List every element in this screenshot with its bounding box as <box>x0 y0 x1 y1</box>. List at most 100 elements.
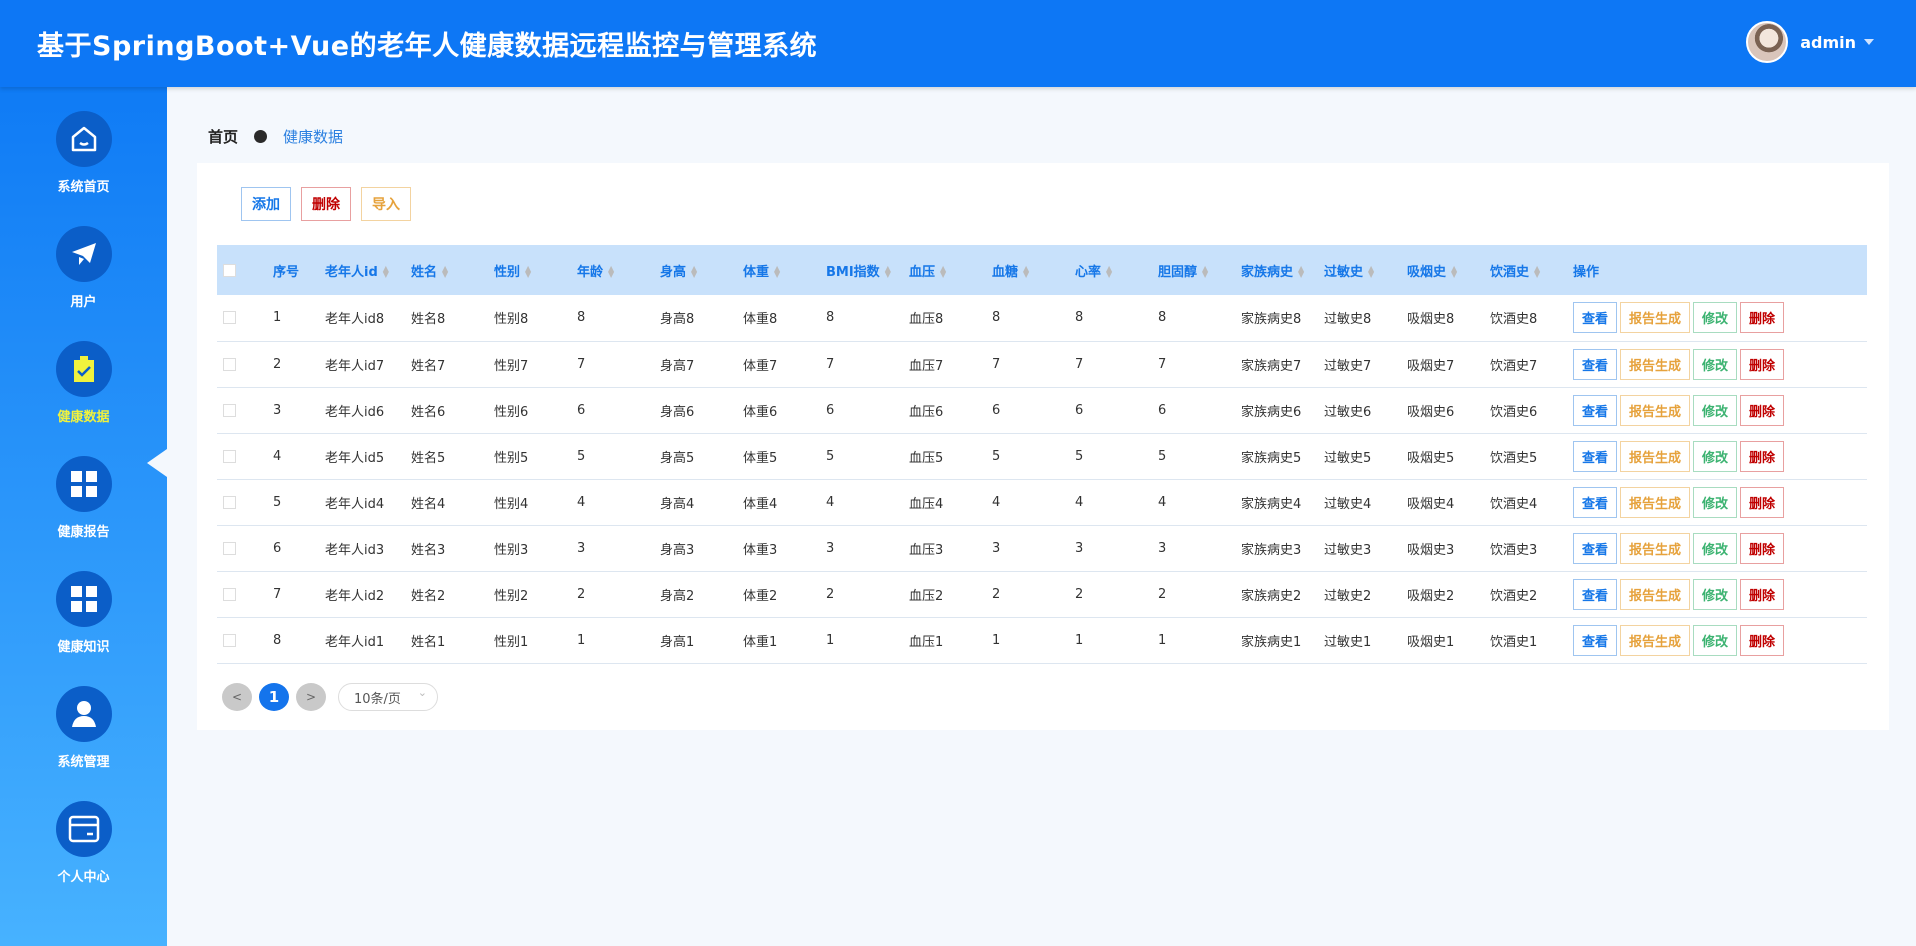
generate-report-button[interactable]: 报告生成 <box>1620 624 1691 656</box>
column-header[interactable]: 性别 ▲ ▼ <box>484 245 567 295</box>
delete-button[interactable]: 删除 <box>1740 532 1785 564</box>
row-checkbox[interactable] <box>223 633 236 647</box>
column-header[interactable]: 吸烟史 ▲ ▼ <box>1397 245 1480 295</box>
table-cell: 4 <box>567 479 650 526</box>
row-checkbox[interactable] <box>223 357 236 371</box>
column-header[interactable]: 年龄 ▲ ▼ <box>567 245 650 295</box>
sidebar-item-personal-center[interactable]: 个人中心 <box>0 801 167 885</box>
sidebar-item-home[interactable]: 系统首页 <box>0 111 167 195</box>
sort-icon[interactable]: ▲ ▼ <box>1298 265 1304 279</box>
sort-icon[interactable]: ▲ ▼ <box>608 265 614 279</box>
sort-icon[interactable]: ▲ ▼ <box>1368 265 1374 279</box>
edit-button[interactable]: 修改 <box>1693 624 1738 656</box>
sort-icon[interactable]: ▲ ▼ <box>691 265 697 279</box>
view-button[interactable]: 查看 <box>1573 486 1618 518</box>
generate-report-button[interactable]: 报告生成 <box>1620 532 1691 564</box>
view-button[interactable]: 查看 <box>1573 302 1618 334</box>
table-cell: 7 <box>1065 341 1148 388</box>
column-header[interactable]: 体重 ▲ ▼ <box>733 245 816 295</box>
table-cell: 4 <box>263 433 315 480</box>
row-checkbox[interactable] <box>223 311 236 325</box>
next-page-button[interactable]: > <box>296 683 326 711</box>
view-button[interactable]: 查看 <box>1573 394 1618 426</box>
breadcrumb-home[interactable]: 首页 <box>208 126 238 147</box>
page-size-select[interactable]: 10条/页 <box>338 683 438 711</box>
edit-button[interactable]: 修改 <box>1693 440 1738 472</box>
column-header[interactable]: 胆固醇 ▲ ▼ <box>1148 245 1231 295</box>
user-menu[interactable]: admin <box>1746 21 1874 63</box>
view-button[interactable]: 查看 <box>1573 348 1618 380</box>
content-card: 添加 删除 导入 序号 老年人id ▲ ▼ 姓名 ▲ ▼ 性别 ▲ ▼ 年龄 ▲ ▼ 身高 ▲ ▼ 体重 ▲ ▼ BM… <box>197 163 1889 730</box>
delete-button[interactable]: 删除 <box>1740 578 1785 610</box>
edit-button[interactable]: 修改 <box>1693 578 1738 610</box>
column-header[interactable]: 身高 ▲ ▼ <box>650 245 733 295</box>
view-button[interactable]: 查看 <box>1573 578 1618 610</box>
table-cell: 1 <box>1148 617 1231 664</box>
column-header[interactable]: 姓名 ▲ ▼ <box>401 245 484 295</box>
column-header[interactable]: 心率 ▲ ▼ <box>1065 245 1148 295</box>
actions-cell: 查看 报告生成 修改 删除 <box>1563 479 1867 526</box>
generate-report-button[interactable]: 报告生成 <box>1620 394 1691 426</box>
generate-report-button[interactable]: 报告生成 <box>1620 486 1691 518</box>
delete-button[interactable]: 删除 <box>1740 302 1785 334</box>
sidebar-item-user[interactable]: 用户 <box>0 226 167 310</box>
generate-report-button[interactable]: 报告生成 <box>1620 440 1691 472</box>
delete-button[interactable]: 删除 <box>1740 486 1785 518</box>
prev-page-button[interactable]: < <box>222 683 252 711</box>
delete-button[interactable]: 删除 <box>1740 348 1785 380</box>
view-button[interactable]: 查看 <box>1573 532 1618 564</box>
column-header[interactable]: 老年人id ▲ ▼ <box>315 245 401 295</box>
sidebar-item-system-management[interactable]: 系统管理 <box>0 686 167 770</box>
sort-icon[interactable]: ▲ ▼ <box>442 265 448 279</box>
add-button[interactable]: 添加 <box>241 187 291 221</box>
table-cell: 4 <box>1065 479 1148 526</box>
edit-button[interactable]: 修改 <box>1693 302 1738 334</box>
select-all-checkbox[interactable] <box>223 263 236 277</box>
sort-icon[interactable]: ▲ ▼ <box>1023 265 1029 279</box>
sidebar-item-health-knowledge[interactable]: 健康知识 <box>0 571 167 655</box>
view-button[interactable]: 查看 <box>1573 624 1618 656</box>
delete-button[interactable]: 删除 <box>1740 394 1785 426</box>
column-header[interactable]: 过敏史 ▲ ▼ <box>1314 245 1397 295</box>
column-header[interactable]: 家族病史 ▲ ▼ <box>1231 245 1314 295</box>
sort-icon[interactable]: ▲ ▼ <box>525 265 531 279</box>
edit-button[interactable]: 修改 <box>1693 532 1738 564</box>
edit-button[interactable]: 修改 <box>1693 348 1738 380</box>
table-cell: 姓名4 <box>401 479 484 526</box>
batch-delete-button[interactable]: 删除 <box>301 187 351 221</box>
sort-icon[interactable]: ▲ ▼ <box>1534 265 1540 279</box>
sort-icon[interactable]: ▲ ▼ <box>774 265 780 279</box>
table-cell: 过敏史2 <box>1314 571 1397 618</box>
page-1-button[interactable]: 1 <box>259 683 289 711</box>
table-cell: 吸烟史6 <box>1397 387 1480 434</box>
column-header[interactable]: 饮酒史 ▲ ▼ <box>1480 245 1563 295</box>
row-checkbox[interactable] <box>223 449 236 463</box>
edit-button[interactable]: 修改 <box>1693 394 1738 426</box>
sort-icon[interactable]: ▲ ▼ <box>1106 265 1112 279</box>
generate-report-button[interactable]: 报告生成 <box>1620 302 1691 334</box>
delete-button[interactable]: 删除 <box>1740 440 1785 472</box>
generate-report-button[interactable]: 报告生成 <box>1620 578 1691 610</box>
table-cell: 8 <box>1148 295 1231 342</box>
row-checkbox[interactable] <box>223 541 236 555</box>
table-cell: 2 <box>816 571 899 618</box>
row-checkbox[interactable] <box>223 495 236 509</box>
row-checkbox[interactable] <box>223 587 236 601</box>
column-header[interactable]: 血压 ▲ ▼ <box>899 245 982 295</box>
view-button[interactable]: 查看 <box>1573 440 1618 472</box>
sidebar-item-health-data[interactable]: 健康数据 <box>0 341 167 425</box>
import-button[interactable]: 导入 <box>361 187 411 221</box>
sort-icon[interactable]: ▲ ▼ <box>383 265 389 279</box>
column-header[interactable]: 血糖 ▲ ▼ <box>982 245 1065 295</box>
sort-icon[interactable]: ▲ ▼ <box>940 265 946 279</box>
sidebar-item-health-report[interactable]: 健康报告 <box>0 456 167 540</box>
sort-icon[interactable]: ▲ ▼ <box>885 265 891 279</box>
sort-icon[interactable]: ▲ ▼ <box>1202 265 1208 279</box>
generate-report-button[interactable]: 报告生成 <box>1620 348 1691 380</box>
sort-icon[interactable]: ▲ ▼ <box>1451 265 1457 279</box>
table-cell: 6 <box>982 387 1065 434</box>
column-header[interactable]: BMI指数 ▲ ▼ <box>816 245 899 295</box>
delete-button[interactable]: 删除 <box>1740 624 1785 656</box>
edit-button[interactable]: 修改 <box>1693 486 1738 518</box>
row-checkbox[interactable] <box>223 403 236 417</box>
